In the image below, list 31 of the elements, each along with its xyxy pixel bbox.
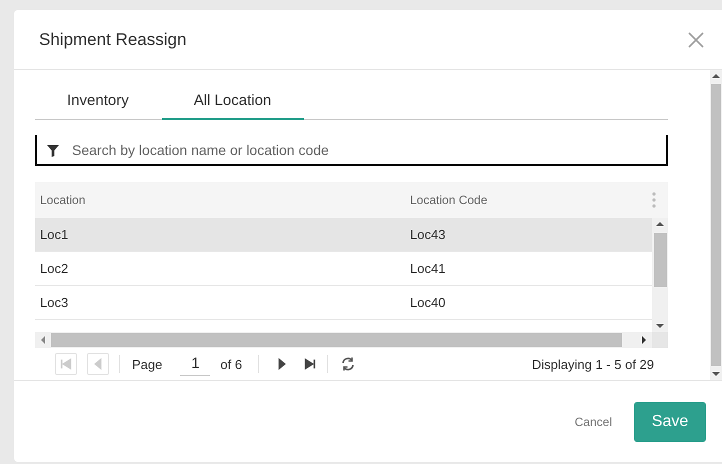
table-cell-text: Loc1 [39, 227, 70, 242]
table-row[interactable]: Loc1 Loc43 [35, 218, 652, 252]
table-cell-text: Loc43 [409, 227, 446, 242]
search-field[interactable]: Search by location name or location code [35, 135, 668, 166]
cancel-button[interactable]: Cancel [570, 408, 616, 434]
scroll-down-icon[interactable] [712, 372, 720, 376]
skip-back-icon [59, 357, 73, 371]
close-icon[interactable] [688, 32, 704, 48]
table-cell-text: Loc3 [39, 295, 70, 310]
table-cell-text: Loc40 [409, 295, 446, 310]
page-label: Page [132, 356, 162, 372]
scroll-up-icon[interactable] [656, 222, 664, 226]
page-count: of 6 [220, 356, 242, 372]
dialog-title: Shipment Reassign [39, 30, 188, 50]
filter-icon [47, 145, 59, 157]
column-header[interactable]: Location Code [405, 193, 652, 207]
tab[interactable]: Inventory [35, 85, 162, 119]
column-header[interactable]: Location [35, 193, 405, 207]
refresh-icon[interactable] [340, 356, 356, 372]
scrollbar-corner [652, 332, 668, 348]
scroll-left-icon[interactable] [41, 336, 45, 344]
tab[interactable]: All Location [162, 85, 304, 120]
table-cell-text: Loc2 [39, 261, 70, 276]
scroll-up-icon[interactable] [712, 74, 720, 78]
scroll-right-icon[interactable] [642, 336, 646, 344]
skip-forward-icon [303, 357, 318, 371]
paging-summary: Displaying 1 - 5 of 29 [532, 356, 654, 372]
scrollbar[interactable] [652, 218, 668, 332]
table-cell-text: Loc41 [409, 261, 446, 276]
scrollbar[interactable] [710, 70, 722, 380]
scroll-down-icon[interactable] [656, 324, 664, 328]
